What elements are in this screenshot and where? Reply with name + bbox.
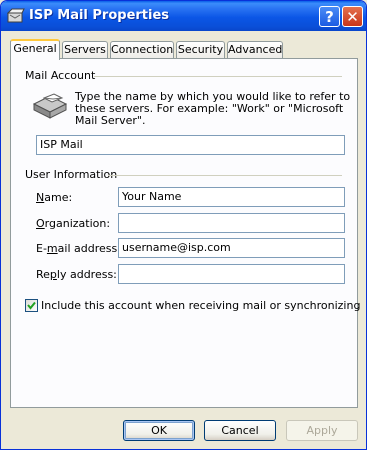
mail-server-icon xyxy=(32,93,68,119)
window-title: ISP Mail Properties xyxy=(29,8,170,23)
organization-input[interactable] xyxy=(118,213,345,233)
help-button[interactable]: ? xyxy=(319,6,340,27)
question-icon: ? xyxy=(325,8,334,26)
reply-address-input[interactable] xyxy=(118,264,345,284)
properties-dialog: ISP Mail Properties ? ✕ General Servers … xyxy=(0,0,367,450)
apply-button[interactable]: Apply xyxy=(286,420,358,441)
checkmark-icon xyxy=(27,301,36,310)
tab-general[interactable]: General xyxy=(10,39,60,60)
email-address-input[interactable]: username@isp.com xyxy=(118,238,345,258)
ok-button[interactable]: OK xyxy=(123,420,195,441)
tab-connection[interactable]: Connection xyxy=(110,41,174,59)
close-icon: ✕ xyxy=(346,8,359,26)
tab-security[interactable]: Security xyxy=(176,41,225,59)
title-bar[interactable]: ISP Mail Properties ? ✕ xyxy=(1,1,366,31)
email-address-label: E-mail address: xyxy=(36,242,121,255)
mail-account-group-label: Mail Account xyxy=(25,69,96,82)
tab-servers[interactable]: Servers xyxy=(62,41,108,59)
mail-account-divider xyxy=(94,76,342,77)
tab-advanced[interactable]: Advanced xyxy=(227,41,283,59)
user-information-group-label: User Information xyxy=(25,168,118,181)
reply-address-label: Reply address: xyxy=(36,268,117,281)
user-information-divider xyxy=(108,175,342,176)
name-label: Name: xyxy=(36,191,73,204)
mail-account-icon xyxy=(7,8,25,23)
cancel-button[interactable]: Cancel xyxy=(204,420,276,441)
include-account-checkbox[interactable] xyxy=(25,299,38,312)
include-account-label: Include this account when receiving mail… xyxy=(41,299,361,312)
close-button[interactable]: ✕ xyxy=(342,6,363,27)
account-name-input[interactable]: ISP Mail xyxy=(36,135,345,155)
name-input[interactable]: Your Name xyxy=(118,187,345,207)
organization-label: Organization: xyxy=(36,217,111,230)
mail-account-description: Type the name by which you would like to… xyxy=(75,90,351,127)
